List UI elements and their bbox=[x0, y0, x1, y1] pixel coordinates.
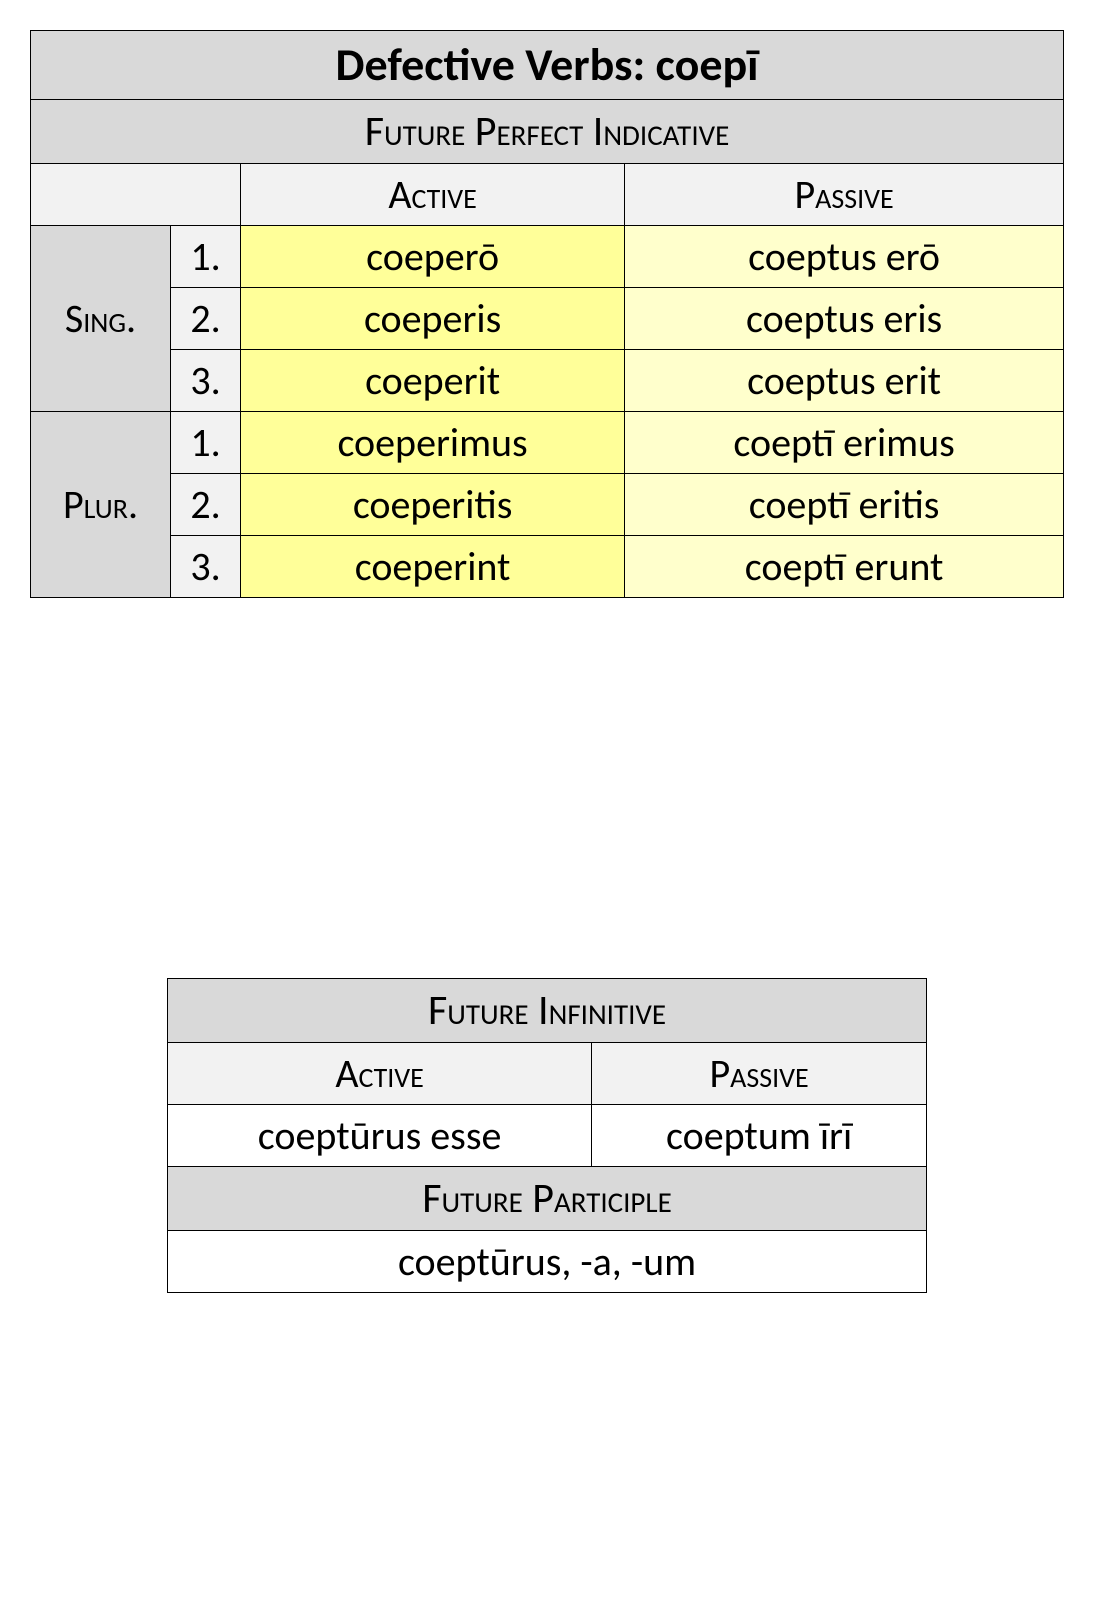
sing-2-passive: coeptus eris bbox=[625, 288, 1064, 350]
sing-1-active: coeperō bbox=[241, 226, 625, 288]
person-1: 1. bbox=[171, 412, 241, 474]
sing-3-passive: coeptus erit bbox=[625, 350, 1064, 412]
person-3: 3. bbox=[171, 350, 241, 412]
inf-passive-header: Passive bbox=[592, 1043, 927, 1105]
sing-1-passive: coeptus erō bbox=[625, 226, 1064, 288]
infinitive-table: Future Infinitive Active Passive coeptūr… bbox=[167, 978, 927, 1293]
plur-3-active: coeperint bbox=[241, 536, 625, 598]
tense-header: Future Perfect Indicative bbox=[31, 100, 1064, 164]
conjugation-table: Defective Verbs: coepī Future Perfect In… bbox=[30, 30, 1064, 598]
participle-value: coeptūrus, -a, -um bbox=[168, 1231, 927, 1293]
passive-header: Passive bbox=[625, 164, 1064, 226]
sing-2-active: coeperis bbox=[241, 288, 625, 350]
inf-active-value: coeptūrus esse bbox=[168, 1105, 592, 1167]
participle-title: Future Participle bbox=[168, 1167, 927, 1231]
person-1: 1. bbox=[171, 226, 241, 288]
plur-1-active: coeperimus bbox=[241, 412, 625, 474]
sing-3-active: coeperit bbox=[241, 350, 625, 412]
plur-3-passive: coeptī erunt bbox=[625, 536, 1064, 598]
person-3: 3. bbox=[171, 536, 241, 598]
active-header: Active bbox=[241, 164, 625, 226]
infinitive-title: Future Infinitive bbox=[168, 979, 927, 1043]
plur-header: Plur. bbox=[31, 412, 171, 598]
inf-passive-value: coeptum īrī bbox=[592, 1105, 927, 1167]
empty-corner bbox=[31, 164, 241, 226]
inf-active-header: Active bbox=[168, 1043, 592, 1105]
plur-2-passive: coeptī eritis bbox=[625, 474, 1064, 536]
person-2: 2. bbox=[171, 288, 241, 350]
plur-1-passive: coeptī erimus bbox=[625, 412, 1064, 474]
table-title: Defective Verbs: coepī bbox=[31, 31, 1064, 100]
plur-2-active: coeperitis bbox=[241, 474, 625, 536]
sing-header: Sing. bbox=[31, 226, 171, 412]
person-2: 2. bbox=[171, 474, 241, 536]
